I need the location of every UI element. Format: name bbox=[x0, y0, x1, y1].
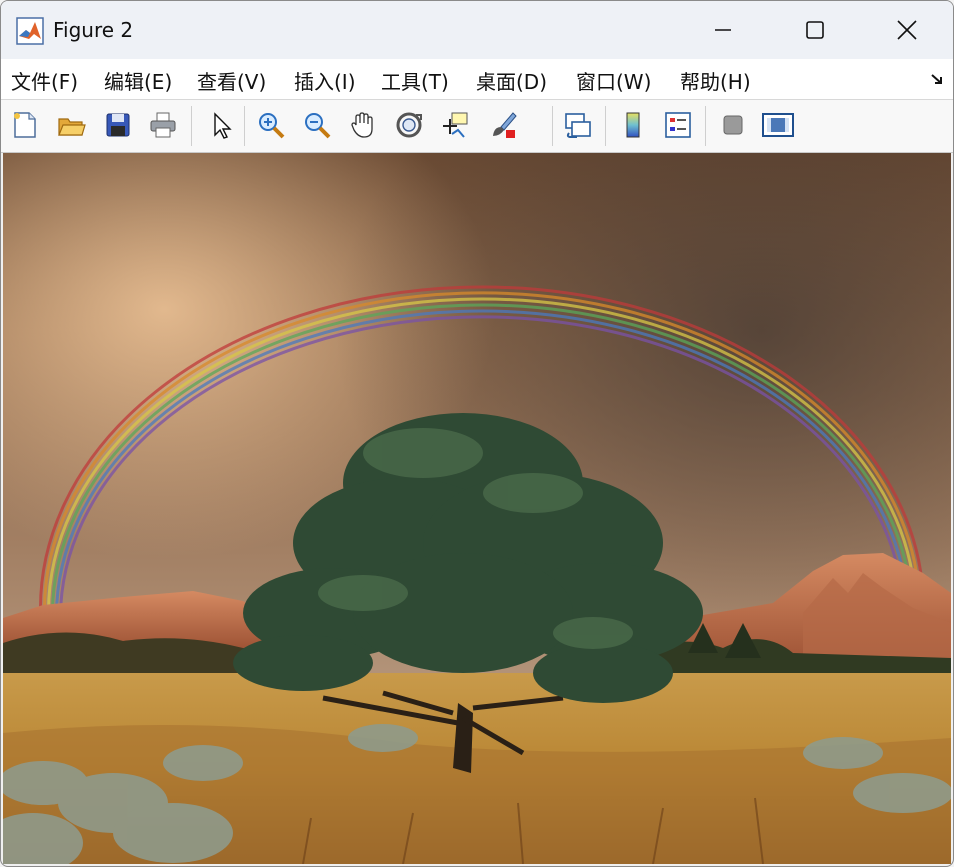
pan-hand-icon bbox=[351, 112, 373, 138]
legend-button[interactable] bbox=[660, 106, 696, 144]
data-cursor-button[interactable] bbox=[437, 106, 473, 144]
toolbar-separator bbox=[705, 106, 706, 146]
menu-edit[interactable]: 编辑(E) bbox=[104, 66, 172, 95]
pointer-icon bbox=[214, 112, 232, 139]
close-button[interactable] bbox=[861, 1, 953, 59]
toolbar-separator bbox=[244, 106, 245, 146]
menu-window[interactable]: 窗口(W) bbox=[576, 66, 651, 95]
pan-button[interactable] bbox=[345, 106, 381, 144]
pointer-button[interactable] bbox=[202, 106, 238, 144]
open-file-button[interactable] bbox=[53, 106, 89, 144]
legend-icon bbox=[665, 112, 691, 138]
colorbar-icon bbox=[626, 112, 640, 138]
show-plot-tools-button[interactable] bbox=[760, 106, 796, 144]
matlab-logo-icon bbox=[16, 17, 44, 45]
minimize-icon bbox=[715, 29, 731, 31]
brush-icon bbox=[493, 112, 517, 138]
figure-window: Figure 2 文件(F) 编辑(E) 查看(V) 插入(I) 工具(T) 桌… bbox=[0, 0, 954, 867]
menu-help[interactable]: 帮助(H) bbox=[680, 66, 751, 95]
save-button[interactable] bbox=[100, 106, 136, 144]
close-icon bbox=[897, 20, 917, 40]
window-title: Figure 2 bbox=[53, 18, 134, 42]
print-button[interactable] bbox=[145, 106, 181, 144]
show-plot-tools-icon bbox=[762, 113, 794, 137]
zoom-out-button[interactable] bbox=[299, 106, 335, 144]
maximize-icon bbox=[806, 21, 824, 39]
rotate-3d-icon bbox=[396, 112, 422, 138]
toolbar-separator bbox=[552, 106, 553, 146]
menu-insert[interactable]: 插入(I) bbox=[294, 66, 356, 95]
hide-plot-tools-button[interactable] bbox=[715, 106, 751, 144]
dock-arrow-icon[interactable] bbox=[929, 71, 945, 87]
hide-plot-tools-icon bbox=[723, 115, 743, 135]
new-figure-button[interactable] bbox=[7, 106, 43, 144]
menu-desktop[interactable]: 桌面(D) bbox=[476, 66, 547, 95]
open-file-icon bbox=[58, 118, 86, 136]
toolbar-separator bbox=[191, 106, 192, 146]
menu-bar: 文件(F) 编辑(E) 查看(V) 插入(I) 工具(T) 桌面(D) 窗口(W… bbox=[1, 59, 953, 100]
title-bar[interactable]: Figure 2 bbox=[1, 1, 953, 59]
toolbar bbox=[1, 100, 953, 227]
menu-tools[interactable]: 工具(T) bbox=[381, 66, 449, 95]
new-figure-icon bbox=[14, 112, 36, 138]
colorbar-button[interactable] bbox=[615, 106, 651, 144]
landscape-image bbox=[3, 153, 951, 864]
brush-button[interactable] bbox=[485, 106, 521, 144]
print-icon bbox=[150, 112, 176, 138]
minimize-button[interactable] bbox=[677, 1, 769, 59]
zoom-in-icon bbox=[259, 113, 285, 139]
link-plot-button[interactable] bbox=[560, 106, 596, 144]
zoom-out-icon bbox=[305, 113, 331, 139]
toolbar-separator bbox=[605, 106, 606, 146]
save-icon bbox=[106, 113, 130, 137]
menu-view[interactable]: 查看(V) bbox=[197, 66, 266, 95]
rotate-3d-button[interactable] bbox=[391, 106, 427, 144]
figure-axes[interactable] bbox=[3, 153, 951, 864]
data-cursor-icon bbox=[443, 112, 468, 138]
zoom-in-button[interactable] bbox=[253, 106, 289, 144]
maximize-button[interactable] bbox=[769, 1, 861, 59]
link-plot-icon bbox=[565, 113, 591, 138]
menu-file[interactable]: 文件(F) bbox=[11, 66, 78, 95]
